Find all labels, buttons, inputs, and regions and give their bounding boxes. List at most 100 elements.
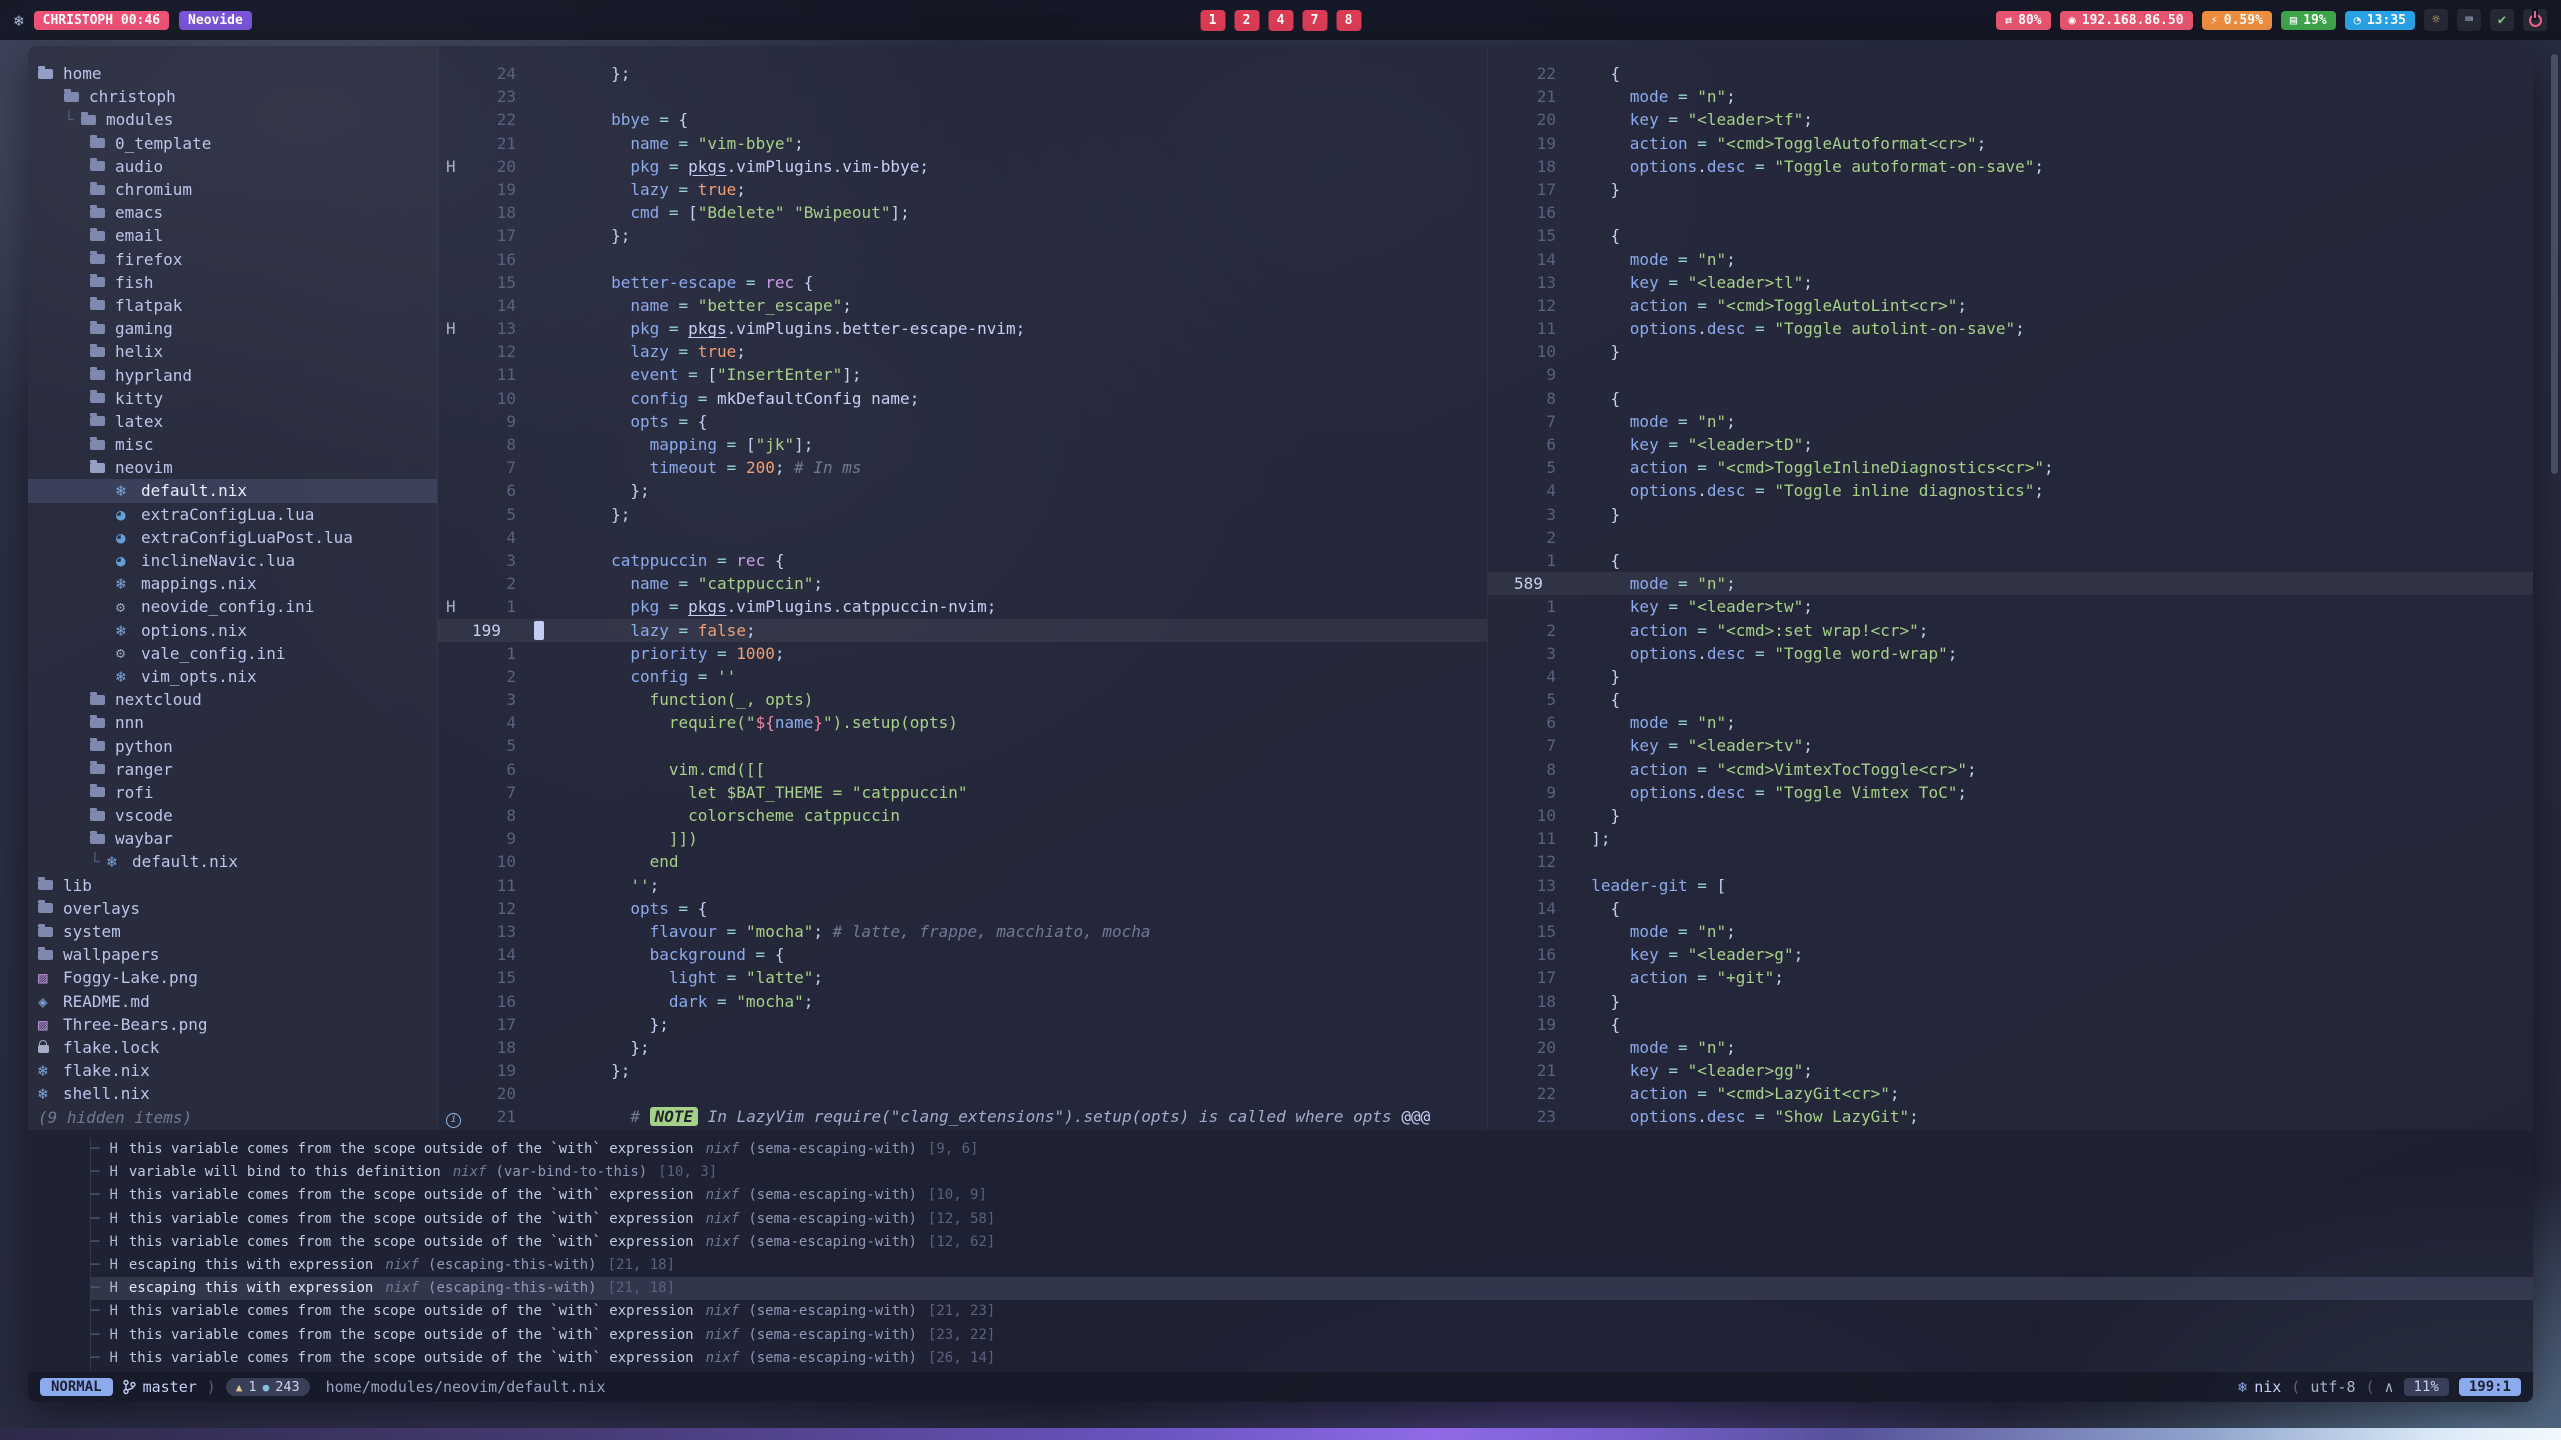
code-line[interactable]: 6 vim.cmd([[: [438, 758, 1487, 781]
tree-item-system[interactable]: system: [28, 920, 437, 943]
tree-item-rofi[interactable]: rofi: [28, 781, 437, 804]
code-line[interactable]: 199 lazy = false;: [438, 619, 1487, 642]
code-line[interactable]: i21 # NOTE In LazyVim require("clang_ext…: [438, 1105, 1487, 1128]
code-line[interactable]: 18 }: [1488, 990, 2533, 1013]
tree-item-misc[interactable]: misc: [28, 433, 437, 456]
code-line[interactable]: 6 key = "<leader>tD";: [1488, 433, 2533, 456]
tree-item-nextcloud[interactable]: nextcloud: [28, 688, 437, 711]
code-line[interactable]: 10 }: [1488, 804, 2533, 827]
tree-item-email[interactable]: email: [28, 224, 437, 247]
code-line[interactable]: 16 key = "<leader>g";: [1488, 943, 2533, 966]
code-line[interactable]: 2 action = "<cmd>:set wrap!<cr>";: [1488, 619, 2533, 642]
workspace-7[interactable]: 7: [1302, 10, 1327, 31]
code-line[interactable]: 12 lazy = true;: [438, 340, 1487, 363]
code-line[interactable]: 589 mode = "n";: [1488, 572, 2533, 595]
code-line[interactable]: 21 mode = "n";: [1488, 85, 2533, 108]
tree-item-vim_opts.nix[interactable]: ❄vim_opts.nix: [28, 665, 437, 688]
power-icon[interactable]: [2523, 9, 2547, 31]
cpu-widget[interactable]: ⚡0.59%: [2202, 11, 2272, 30]
code-line[interactable]: 15 better-escape = rec {: [438, 271, 1487, 294]
tree-item-inclineNavic.lua[interactable]: ◕inclineNavic.lua: [28, 549, 437, 572]
code-line[interactable]: 19 lazy = true;: [438, 178, 1487, 201]
code-line[interactable]: 22 action = "<cmd>LazyGit<cr>";: [1488, 1082, 2533, 1105]
transfer-widget[interactable]: ⇄80%: [1996, 11, 2051, 30]
code-line[interactable]: 11 '';: [438, 874, 1487, 897]
code-line[interactable]: 5 {: [1488, 688, 2533, 711]
tree-item-default.nix[interactable]: ❄default.nix: [28, 479, 437, 502]
tree-item-lib[interactable]: lib: [28, 874, 437, 897]
code-line[interactable]: 10 end: [438, 850, 1487, 873]
code-line[interactable]: 3 function(_, opts): [438, 688, 1487, 711]
code-line[interactable]: 11 options.desc = "Toggle autolint-on-sa…: [1488, 317, 2533, 340]
workspace-8[interactable]: 8: [1336, 10, 1361, 31]
tree-item-emacs[interactable]: emacs: [28, 201, 437, 224]
code-line[interactable]: 15 {: [1488, 224, 2533, 247]
tree-item-fish[interactable]: fish: [28, 271, 437, 294]
diagnostic-row[interactable]: ─Hthis variable comes from the scope out…: [91, 1324, 2533, 1347]
code-line[interactable]: 6 };: [438, 479, 1487, 502]
code-line[interactable]: 7 let $BAT_THEME = "catppuccin": [438, 781, 1487, 804]
keyboard-layout-icon[interactable]: ⌨: [2457, 9, 2481, 31]
code-line[interactable]: 15 light = "latte";: [438, 966, 1487, 989]
code-line[interactable]: 14 background = {: [438, 943, 1487, 966]
diagnostic-row[interactable]: ─Hescaping this with expressionnixf(esca…: [91, 1277, 2533, 1300]
tree-item-mappings.nix[interactable]: ❄mappings.nix: [28, 572, 437, 595]
code-line[interactable]: 10 }: [1488, 340, 2533, 363]
notification-bulb-icon[interactable]: ☼: [2424, 9, 2448, 31]
code-line[interactable]: 7 mode = "n";: [1488, 410, 2533, 433]
code-line[interactable]: 8 action = "<cmd>VimtexTocToggle<cr>";: [1488, 758, 2533, 781]
workspace-1[interactable]: 1: [1200, 10, 1225, 31]
code-line[interactable]: 4 options.desc = "Toggle inline diagnost…: [1488, 479, 2533, 502]
code-line[interactable]: 11 ];: [1488, 827, 2533, 850]
code-line[interactable]: 5 action = "<cmd>ToggleInlineDiagnostics…: [1488, 456, 2533, 479]
tree-item-hyprland[interactable]: hyprland: [28, 363, 437, 386]
tree-item-audio[interactable]: audio: [28, 155, 437, 178]
code-line[interactable]: 19 action = "<cmd>ToggleAutoformat<cr>";: [1488, 132, 2533, 155]
tree-item-waybar[interactable]: waybar: [28, 827, 437, 850]
diagnostic-row[interactable]: ─Hthis variable comes from the scope out…: [91, 1300, 2533, 1323]
code-line[interactable]: 1 priority = 1000;: [438, 642, 1487, 665]
workspace-4[interactable]: 4: [1268, 10, 1293, 31]
tree-item-README.md[interactable]: ◈README.md: [28, 990, 437, 1013]
tree-item-neovide_config.ini[interactable]: ⚙neovide_config.ini: [28, 595, 437, 618]
code-line[interactable]: 13 leader-git = [: [1488, 874, 2533, 897]
code-line[interactable]: 8 mapping = ["jk"];: [438, 433, 1487, 456]
code-line[interactable]: 2 name = "catppuccin";: [438, 572, 1487, 595]
code-line[interactable]: 3 options.desc = "Toggle word-wrap";: [1488, 642, 2533, 665]
code-line[interactable]: 14 {: [1488, 897, 2533, 920]
code-line[interactable]: 16: [1488, 201, 2533, 224]
code-line[interactable]: 17 };: [438, 224, 1487, 247]
tree-item-latex[interactable]: latex: [28, 410, 437, 433]
tree-item-overlays[interactable]: overlays: [28, 897, 437, 920]
code-line[interactable]: 14 name = "better_escape";: [438, 294, 1487, 317]
tree-item-extraConfigLua.lua[interactable]: ◕extraConfigLua.lua: [28, 503, 437, 526]
tree-item-modules[interactable]: └modules: [28, 108, 437, 131]
tree-item-christoph[interactable]: christoph: [28, 85, 437, 108]
tree-item-helix[interactable]: helix: [28, 340, 437, 363]
code-line[interactable]: 19 {: [1488, 1013, 2533, 1036]
code-line[interactable]: 13 flavour = "mocha"; # latte, frappe, m…: [438, 920, 1487, 943]
diagnostic-row[interactable]: ─Hthis variable comes from the scope out…: [91, 1184, 2533, 1207]
tree-item-flatpak[interactable]: flatpak: [28, 294, 437, 317]
code-line[interactable]: H20 pkg = pkgs.vimPlugins.vim-bbye;: [438, 155, 1487, 178]
tree-item-options.nix[interactable]: ❄options.nix: [28, 619, 437, 642]
diagnostic-counts[interactable]: ▲ 1 ● 243: [226, 1378, 310, 1396]
code-line[interactable]: 1 key = "<leader>tw";: [1488, 595, 2533, 618]
tree-item-kitty[interactable]: kitty: [28, 387, 437, 410]
tree-item-gaming[interactable]: gaming: [28, 317, 437, 340]
tree-item-home[interactable]: home: [28, 62, 437, 85]
code-line[interactable]: 13 key = "<leader>tl";: [1488, 271, 2533, 294]
tree-item-vale_config.ini[interactable]: ⚙vale_config.ini: [28, 642, 437, 665]
code-line[interactable]: 5: [438, 734, 1487, 757]
code-line[interactable]: 23 options.desc = "Show LazyGit";: [1488, 1105, 2533, 1128]
code-line[interactable]: 9 options.desc = "Toggle Vimtex ToC";: [1488, 781, 2533, 804]
tree-item-flake.nix[interactable]: ❄flake.nix: [28, 1059, 437, 1082]
code-line[interactable]: 8 colorscheme catppuccin: [438, 804, 1487, 827]
code-line[interactable]: 7 key = "<leader>tv";: [1488, 734, 2533, 757]
code-line[interactable]: 9 opts = {: [438, 410, 1487, 433]
git-branch[interactable]: master: [123, 1378, 197, 1396]
tree-item-nnn[interactable]: nnn: [28, 711, 437, 734]
code-line[interactable]: 4: [438, 526, 1487, 549]
code-line[interactable]: 4 }: [1488, 665, 2533, 688]
tree-item-firefox[interactable]: firefox: [28, 248, 437, 271]
